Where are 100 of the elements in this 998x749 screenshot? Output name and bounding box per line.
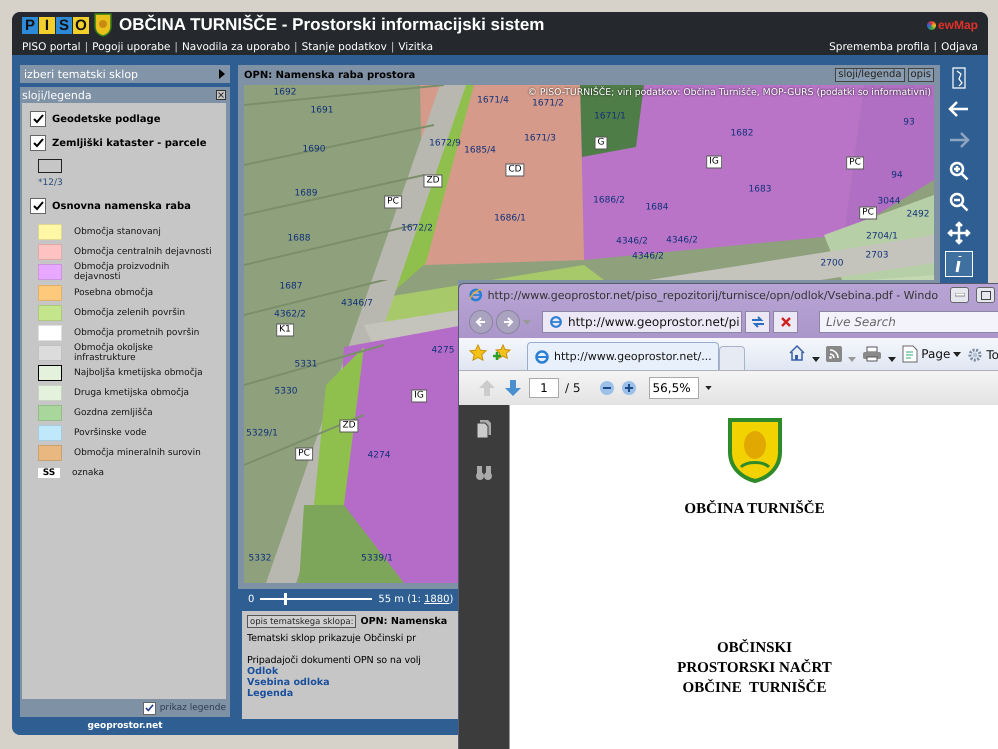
caret-icon[interactable]	[812, 357, 820, 362]
geoprostor-logo: geoprostor.net	[87, 721, 163, 733]
nav-link[interactable]: Stanje podatkov	[302, 40, 387, 52]
nav-link[interactable]: Vizitka	[398, 40, 434, 52]
layer-label: Osnovna namenska raba	[52, 200, 191, 212]
legend-label: Območja centralnih dejavnosti	[74, 246, 213, 258]
zoom-out-icon[interactable]	[598, 380, 614, 396]
scale-reading: 55 m (1: 1880)	[378, 594, 454, 604]
minimize-icon	[954, 293, 965, 297]
page-e-icon	[534, 348, 550, 364]
parcel-number: 1671/2	[532, 98, 564, 110]
printer-icon[interactable]	[862, 346, 882, 362]
legend-label: Druga kmetijska območja	[74, 388, 190, 399]
parcel-number: 1685/4	[464, 146, 496, 156]
panel-title: sloji/legenda	[22, 88, 92, 102]
document-link[interactable]: Odlok	[247, 666, 278, 677]
nav-link[interactable]: PISO portal	[22, 40, 81, 52]
nav-separator: |	[390, 40, 394, 52]
close-icon	[780, 316, 792, 328]
nav-link[interactable]: Sprememba profila	[829, 40, 930, 52]
document-title-line: OBČINSKI	[716, 638, 792, 658]
parcel-number: 4346/2	[616, 236, 648, 248]
stop-button[interactable]	[773, 311, 798, 333]
zone-code-label: IG	[411, 390, 427, 402]
home-icon[interactable]	[788, 344, 806, 362]
pages-icon[interactable]	[476, 419, 492, 439]
parcel-number: 4362/2	[274, 310, 306, 320]
refresh-button[interactable]	[745, 311, 770, 333]
zoom-field[interactable]: 56,5%	[648, 377, 698, 399]
zone-code-label: G	[594, 136, 608, 150]
document-link[interactable]: Legenda	[247, 688, 294, 699]
zoom-in-icon[interactable]	[620, 380, 636, 396]
legend-label: Površinske vode	[74, 428, 148, 439]
star-icon[interactable]	[469, 344, 487, 362]
parcel-number: 4346/2	[632, 252, 664, 262]
layer-checkbox[interactable]	[30, 135, 46, 151]
slider-thumb[interactable]	[284, 593, 287, 605]
parcel-number: 4274	[368, 450, 390, 462]
feed-icon[interactable]	[826, 346, 842, 362]
minimize-button[interactable]	[950, 287, 970, 303]
refresh-arrows-icon	[750, 315, 766, 329]
parcel-number: 5329/1	[246, 428, 278, 440]
crest-icon	[726, 417, 782, 483]
description-text: Tematski sklop prikazuje Občinski pr	[247, 633, 416, 644]
legend-label: oznaka	[72, 468, 106, 479]
legend-label: Posebna območja	[74, 288, 154, 298]
browser-e-icon	[469, 287, 483, 303]
page-number-field[interactable]: 1	[529, 378, 559, 398]
forward-button[interactable]	[496, 310, 520, 334]
legend-code: SS	[38, 468, 60, 478]
search-field[interactable]: Live Search	[819, 311, 998, 333]
page-menu-button[interactable]: Page	[902, 345, 962, 363]
panel-button[interactable]: opis	[908, 68, 934, 82]
nav-link[interactable]: Odjava	[941, 40, 978, 52]
browser-tab[interactable]: http://www.geoprostor.net/...	[527, 342, 719, 370]
legend-label: Območja okoljske infrastrukture	[74, 342, 154, 364]
layer-checkbox[interactable]	[30, 111, 46, 127]
tools-menu-button[interactable]: To	[967, 347, 998, 363]
maximize-button[interactable]	[976, 287, 995, 303]
address-field[interactable]: http://www.geoprostor.net/pi	[542, 311, 742, 333]
parcel-number: 5331	[294, 360, 318, 370]
parcel-number: 4346/2	[666, 236, 698, 246]
layer-label: Zemljiški kataster - parcele	[52, 138, 206, 148]
add-star-icon[interactable]	[493, 344, 511, 362]
parcel-number: 1671/1	[594, 112, 626, 122]
info-icon[interactable]	[945, 251, 973, 277]
binoculars-icon[interactable]	[475, 465, 493, 481]
close-icon[interactable]	[216, 90, 226, 100]
parcel-number: 4275	[432, 346, 454, 356]
caret-icon[interactable]	[888, 357, 896, 362]
description-title: OPN: Namenska	[360, 616, 448, 627]
panel-button[interactable]: sloji/legenda	[835, 68, 905, 82]
parcel-number: 1686/2	[593, 196, 625, 206]
parcel-number: 1684	[646, 202, 668, 214]
legend-label: Območja proizvodnih dejavnosti	[74, 262, 170, 283]
zone-code-label: K1	[276, 324, 294, 336]
document-title-line: PROSTORSKI NAČRT	[677, 658, 832, 678]
show-legend-checkbox[interactable]	[142, 702, 156, 714]
zone-code-label: IG	[706, 156, 722, 168]
gear-icon	[967, 347, 984, 363]
legend-label: Območja mineralnih surovin	[74, 448, 202, 459]
description-tab[interactable]: opis tematskega sklopa:	[247, 615, 356, 628]
legend-label: Najboljša kmetijska območja	[74, 368, 204, 379]
down-arrow-icon[interactable]	[503, 378, 523, 398]
parcel-number: 5330	[274, 386, 298, 398]
layer-checkbox[interactable]	[30, 198, 46, 214]
nav-link[interactable]: Pogoji uporabe	[92, 40, 170, 52]
document-link[interactable]: Vsebina odloka	[247, 677, 330, 688]
pan-icon[interactable]	[945, 220, 973, 246]
parcel-number: 1691	[310, 106, 334, 116]
ewmap-logo: ewMap	[926, 18, 978, 32]
forward-arrow-icon	[502, 316, 514, 328]
back-button[interactable]	[469, 310, 493, 334]
parcel-number-sample: *12/3	[38, 178, 63, 188]
caret-icon[interactable]	[704, 386, 712, 390]
parcel-number: 1690	[302, 144, 326, 156]
parcel-number: 1692	[274, 88, 296, 98]
layer-label: Geodetske podlage	[52, 114, 160, 124]
page-count: / 5	[565, 381, 580, 395]
nav-link[interactable]: Navodila za uporabo	[182, 40, 290, 52]
